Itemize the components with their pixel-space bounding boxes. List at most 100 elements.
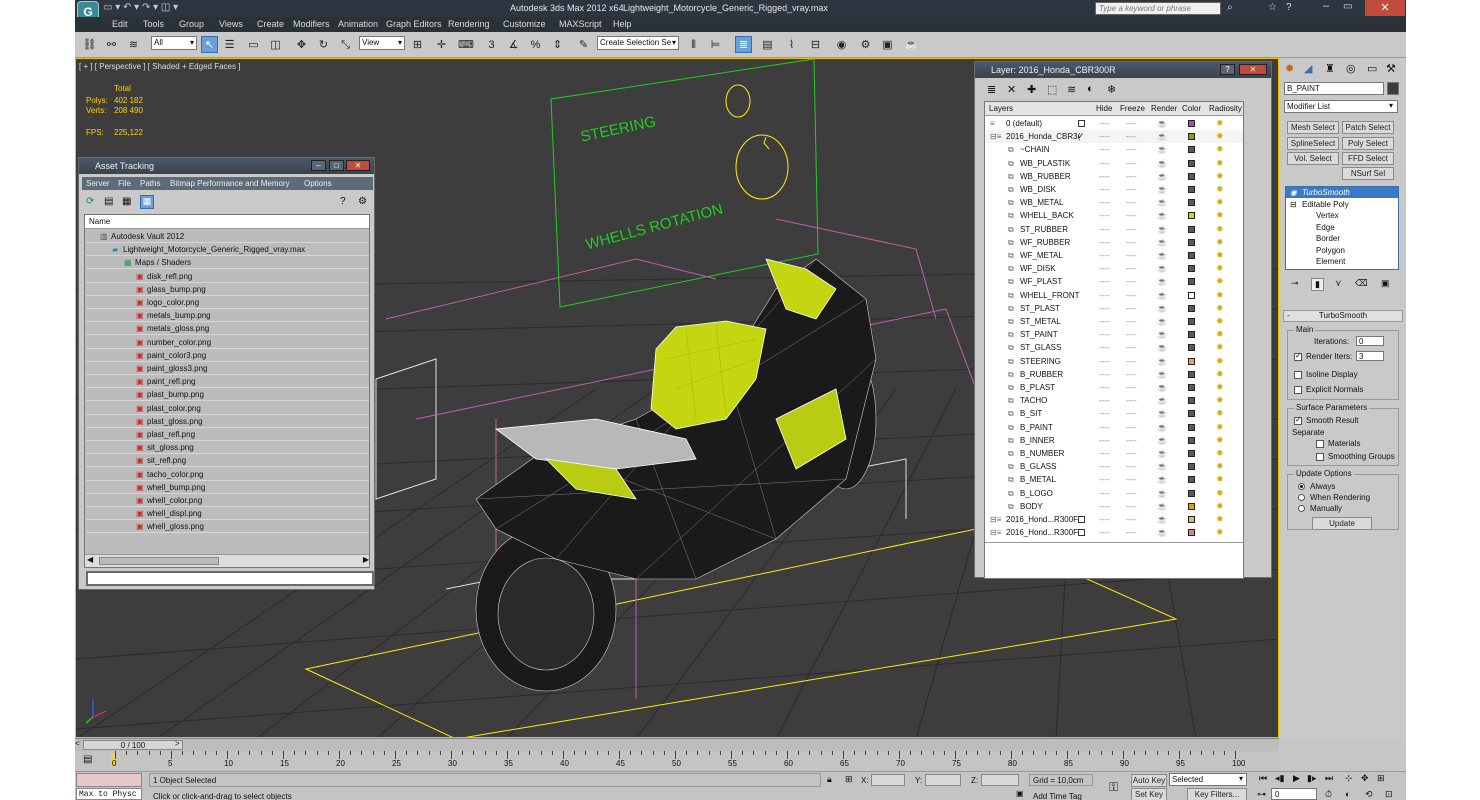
layer-row[interactable]: ⧉ TACHO ---- ---- ☕ ✸ bbox=[986, 394, 1243, 407]
asset-column-name[interactable]: Name bbox=[85, 215, 369, 229]
layer-color-swatch[interactable] bbox=[1188, 410, 1195, 418]
asset-map-row[interactable]: ▣ metals_gloss.png bbox=[86, 322, 369, 336]
transform-mode-icon[interactable]: ⊞ bbox=[845, 774, 853, 785]
hide-toggle[interactable]: ---- bbox=[1099, 209, 1110, 222]
maxscript-mini-listener[interactable]: Max to Physc bbox=[76, 788, 142, 800]
star-icon[interactable]: ☆ bbox=[1268, 2, 1277, 13]
lock-icon[interactable]: 🔒︎ bbox=[827, 774, 832, 785]
move-icon[interactable]: ✥ bbox=[293, 36, 310, 53]
layer-color-swatch[interactable] bbox=[1188, 252, 1195, 259]
freeze-toggle[interactable]: ---- bbox=[1126, 289, 1137, 302]
render-teapot-icon[interactable]: ☕ bbox=[1157, 117, 1167, 130]
render-teapot-icon[interactable]: ☕ bbox=[1157, 341, 1167, 354]
render-teapot-icon[interactable]: ☕ bbox=[1157, 487, 1167, 500]
menu-help[interactable]: Help bbox=[613, 19, 632, 29]
freeze-toggle[interactable]: ---- bbox=[1126, 381, 1137, 394]
col-hide[interactable]: Hide bbox=[1096, 102, 1112, 116]
render-teapot-icon[interactable]: ☕ bbox=[1157, 223, 1167, 236]
menu-edit[interactable]: Edit bbox=[112, 19, 128, 29]
layer-color-swatch[interactable] bbox=[1188, 384, 1195, 391]
hide-toggle[interactable]: ---- bbox=[1099, 368, 1110, 381]
hide-toggle[interactable]: ---- bbox=[1099, 447, 1110, 460]
asset-menu-bitmap[interactable]: Bitmap Performance and Memory bbox=[170, 177, 290, 190]
show-end-result-icon[interactable]: ▮ bbox=[1311, 278, 1324, 291]
freeze-toggle[interactable]: ---- bbox=[1126, 275, 1137, 288]
current-frame-field[interactable]: 0 bbox=[1271, 788, 1317, 800]
render-teapot-icon[interactable]: ☕ bbox=[1157, 236, 1167, 249]
hide-toggle[interactable]: ---- bbox=[1099, 130, 1110, 143]
asset-map-row[interactable]: ▣ glass_bump.png bbox=[86, 283, 369, 296]
close-icon[interactable]: ✕ bbox=[1365, 0, 1405, 16]
layer-color-swatch[interactable] bbox=[1188, 502, 1195, 510]
ref-coord-dropdown[interactable]: View bbox=[359, 36, 405, 50]
freeze-toggle[interactable]: ---- bbox=[1126, 223, 1137, 236]
add-to-layer-icon[interactable]: ✚ bbox=[1027, 83, 1036, 96]
hide-toggle[interactable]: ---- bbox=[1099, 249, 1110, 262]
freeze-toggle[interactable]: ---- bbox=[1126, 421, 1137, 434]
field-of-view-icon[interactable]: ◐ bbox=[1345, 789, 1350, 799]
layer-row[interactable]: ⧉ WB_METAL ---- ---- ☕ ✸ bbox=[986, 196, 1243, 209]
radiosity-icon[interactable]: ✸ bbox=[1216, 157, 1224, 170]
render-teapot-icon[interactable]: ☕ bbox=[1157, 315, 1167, 328]
layer-color-swatch[interactable] bbox=[1188, 172, 1195, 180]
render-teapot-icon[interactable]: ☕ bbox=[1157, 249, 1167, 262]
asset-map-row[interactable]: ▣ plast_bump.png bbox=[86, 388, 369, 402]
render-teapot-icon[interactable]: ☕ bbox=[1157, 289, 1167, 302]
settings-icon[interactable]: ⚙ bbox=[358, 196, 367, 207]
modifier-stack-item[interactable]: Border bbox=[1286, 233, 1398, 244]
current-layer-checkbox[interactable] bbox=[1078, 120, 1085, 127]
asset-map-row[interactable]: ▣ tacho_color.png bbox=[86, 468, 369, 481]
layer-color-swatch[interactable] bbox=[1188, 344, 1195, 352]
object-color-swatch[interactable] bbox=[1387, 82, 1399, 95]
layer-row[interactable]: ⧉ BODY ---- ---- ☕ ✸ bbox=[986, 500, 1243, 513]
layer-row[interactable]: ⧉ B_SIT ---- ---- ☕ ✸ bbox=[986, 407, 1243, 420]
freeze-toggle[interactable]: ---- bbox=[1126, 143, 1137, 156]
mesh-select-button[interactable]: Mesh Select bbox=[1287, 121, 1339, 134]
col-color[interactable]: Color bbox=[1182, 102, 1201, 116]
hide-toggle[interactable]: ---- bbox=[1099, 355, 1110, 368]
layer-row[interactable]: ⧉ ST_METAL ---- ---- ☕ ✸ bbox=[986, 315, 1243, 328]
radiosity-icon[interactable]: ✸ bbox=[1216, 434, 1224, 447]
hide-toggle[interactable]: ---- bbox=[1099, 394, 1110, 407]
render-teapot-icon[interactable]: ☕ bbox=[1157, 130, 1167, 143]
mirror-icon[interactable]: ⫴ bbox=[685, 36, 702, 53]
render-teapot-icon[interactable]: ☕ bbox=[1157, 526, 1167, 539]
window-crossing-icon[interactable]: ◫ bbox=[267, 36, 284, 53]
modifier-stack-item[interactable]: Element bbox=[1286, 256, 1398, 267]
freeze-toggle[interactable]: ---- bbox=[1126, 513, 1137, 526]
radiosity-icon[interactable]: ✸ bbox=[1216, 196, 1224, 209]
radiosity-icon[interactable]: ✸ bbox=[1216, 302, 1224, 315]
radiosity-icon[interactable]: ✸ bbox=[1216, 355, 1224, 368]
patch-select-button[interactable]: Patch Select bbox=[1342, 121, 1394, 134]
layer-row[interactable]: ≡ 0 (default) ---- ---- ☕ ✸ bbox=[986, 117, 1243, 130]
create-layer-icon[interactable]: ≣ bbox=[987, 83, 996, 96]
orbit-icon[interactable]: ⟲ bbox=[1365, 789, 1373, 800]
layer-color-swatch[interactable] bbox=[1188, 318, 1195, 325]
menu-tools[interactable]: Tools bbox=[143, 19, 164, 29]
radiosity-icon[interactable]: ✸ bbox=[1216, 249, 1224, 262]
layer-color-swatch[interactable] bbox=[1188, 357, 1195, 365]
radiosity-icon[interactable]: ✸ bbox=[1216, 315, 1224, 328]
render-teapot-icon[interactable]: ☕ bbox=[1157, 394, 1167, 407]
layer-row[interactable]: ⧉ WF_PLAST ---- ---- ☕ ✸ bbox=[986, 275, 1243, 288]
always-radio[interactable] bbox=[1298, 483, 1305, 490]
menu-views[interactable]: Views bbox=[219, 19, 243, 29]
modifier-stack-item[interactable]: ◉ TurboSmooth bbox=[1286, 187, 1398, 198]
hide-toggle[interactable]: ---- bbox=[1099, 328, 1110, 341]
radiosity-icon[interactable]: ✸ bbox=[1216, 513, 1224, 526]
layer-row[interactable]: ⧉ ST_PAINT ---- ---- ☕ ✸ bbox=[986, 328, 1243, 341]
max-file-row[interactable]: ▰ Lightweight_Motorcycle_Generic_Rigged_v… bbox=[86, 243, 369, 257]
layer-color-swatch[interactable] bbox=[1188, 146, 1195, 154]
freeze-toggle[interactable]: ---- bbox=[1126, 460, 1137, 473]
timeline-prev-icon[interactable]: < bbox=[75, 739, 80, 748]
close-icon[interactable]: ✕ bbox=[1239, 64, 1267, 75]
radiosity-icon[interactable]: ✸ bbox=[1216, 381, 1224, 394]
schematic-view-icon[interactable]: ⊟ bbox=[807, 36, 824, 53]
percent-snap-icon[interactable]: % bbox=[527, 36, 544, 53]
layer-row[interactable]: ⧉ B_PLAST ---- ---- ☕ ✸ bbox=[986, 381, 1243, 394]
hide-toggle[interactable]: ---- bbox=[1099, 434, 1110, 447]
asset-map-row[interactable]: ▣ plast_gloss.png bbox=[86, 415, 369, 428]
layer-row[interactable]: ⧉ WHELL_FRONT ---- ---- ☕ ✸ bbox=[986, 289, 1243, 302]
menu-rendering[interactable]: Rendering bbox=[448, 19, 490, 29]
col-radiosity[interactable]: Radiosity bbox=[1209, 102, 1242, 116]
